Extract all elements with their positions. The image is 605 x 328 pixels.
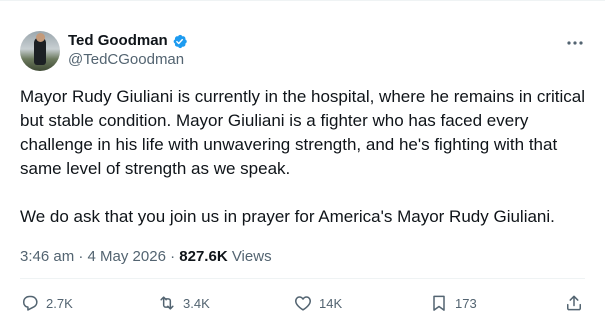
tweet-text: Mayor Rudy Giuliani is currently in the …: [20, 85, 585, 229]
avatar-head: [36, 33, 45, 42]
views-count[interactable]: 827.6K: [179, 248, 227, 265]
heart-icon: [295, 296, 311, 311]
tweet-paragraph: We do ask that you join us in prayer for…: [20, 207, 555, 226]
verified-badge-icon: [173, 34, 187, 48]
reply-button[interactable]: 2.7K: [20, 293, 73, 313]
meta-separator: ·: [78, 248, 84, 265]
tweet-card: Ted Goodman @TedCGoodman Mayor Rudy Giul…: [0, 0, 605, 328]
more-dots-icon: [567, 41, 583, 45]
author-name-row: Ted Goodman: [68, 32, 188, 50]
avatar[interactable]: [20, 31, 60, 71]
bookmark-count: 173: [455, 295, 477, 311]
divider: [20, 278, 585, 279]
meta-separator: ·: [170, 248, 176, 265]
reply-count: 2.7K: [46, 295, 73, 311]
repost-icon: [160, 296, 174, 310]
author-handle[interactable]: @TedCGoodman: [68, 50, 188, 70]
views-label: Views: [231, 248, 272, 265]
tweet-paragraph: Mayor Rudy Giuliani is currently in the …: [20, 87, 586, 178]
tweet-meta: 3:46 am · 4 May 2026 · 827.6K Views: [20, 247, 272, 267]
bookmark-icon: [433, 295, 445, 311]
reply-icon: [23, 295, 38, 311]
action-bar: 2.7K 3.4K 14K 173: [20, 293, 585, 317]
share-button[interactable]: [564, 293, 584, 313]
tweet-date[interactable]: 4 May 2026: [88, 248, 166, 265]
repost-button[interactable]: 3.4K: [157, 293, 210, 313]
author-name[interactable]: Ted Goodman: [68, 32, 168, 50]
tweet-time[interactable]: 3:46 am: [20, 248, 74, 265]
author-info: Ted Goodman @TedCGoodman: [68, 32, 188, 70]
more-options-button[interactable]: [565, 33, 585, 53]
bookmark-button[interactable]: 173: [429, 293, 477, 313]
like-button[interactable]: 14K: [293, 293, 342, 313]
tweet-header: Ted Goodman @TedCGoodman: [20, 31, 188, 71]
repost-count: 3.4K: [183, 295, 210, 311]
share-icon: [567, 295, 581, 311]
like-count: 14K: [319, 295, 343, 311]
